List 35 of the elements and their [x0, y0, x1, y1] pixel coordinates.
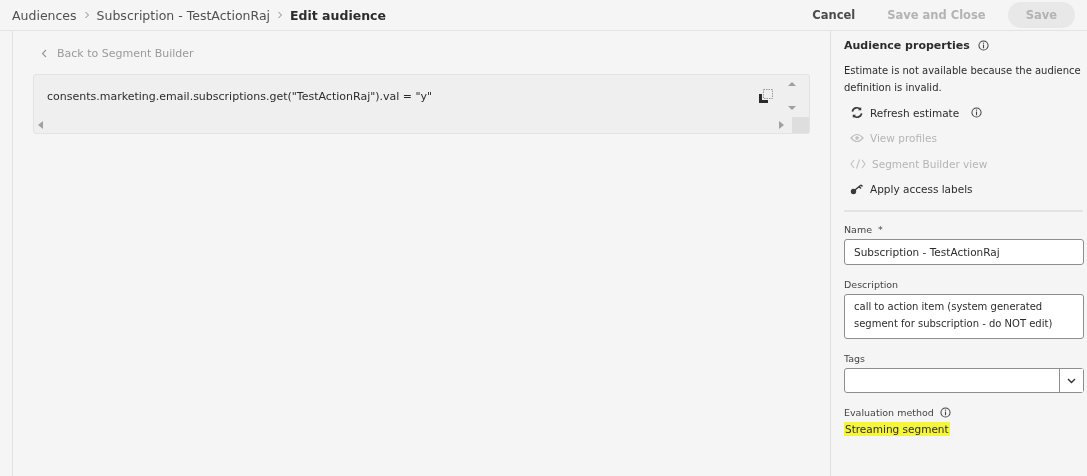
info-icon	[971, 107, 983, 119]
info-icon	[939, 407, 951, 418]
field-label: Description	[844, 279, 899, 290]
code-line: consents.marketing.email.subscriptions.get("TestActionRaj").val = "y"	[47, 89, 434, 103]
action-link[interactable]: Refresh estimate	[844, 100, 1083, 126]
chevron-down-icon	[1067, 377, 1076, 384]
scroll-left-icon[interactable]	[38, 121, 43, 129]
action-link[interactable]: Apply access labels	[844, 176, 1083, 202]
key-icon	[850, 183, 864, 196]
refresh-icon	[850, 106, 864, 120]
name-field[interactable]: Subscription - TestActionRaj	[844, 239, 1084, 265]
info-icon	[977, 40, 989, 51]
header-button[interactable]: Cancel	[802, 2, 866, 28]
breadcrumb-item[interactable]: Audiences	[12, 7, 77, 23]
field-label: Name	[844, 224, 873, 235]
field-label: Evaluation method	[844, 407, 934, 418]
chevron-left-icon	[41, 49, 47, 58]
field-label: Tags	[844, 353, 866, 364]
estimate-message: Estimate is not available because the audience definition is invalid.	[844, 64, 1082, 95]
scroll-right-icon[interactable]	[779, 121, 784, 129]
breadcrumb-item: Edit audience	[290, 7, 386, 23]
eye-icon	[850, 133, 864, 144]
panel-title: Audience properties	[844, 39, 970, 52]
dropdown-button[interactable]	[1059, 369, 1083, 392]
evaluation-method-value: Streaming segment	[844, 422, 950, 436]
chevron-right-icon	[276, 11, 284, 19]
description-field[interactable]: call to action item (system generated segment for subscription - do NOT edit)	[844, 294, 1084, 339]
code-editor[interactable]: consents.marketing.email.subscriptions.get("TestActionRaj").val = "y"	[33, 74, 810, 134]
chevron-right-icon	[82, 11, 91, 19]
scroll-arrows-icon[interactable]	[787, 80, 797, 112]
breadcrumb-item[interactable]: Subscription - TestActionRaj	[96, 7, 270, 23]
required-mark: *	[878, 224, 883, 235]
tags-field[interactable]	[844, 368, 1084, 393]
copy-icon[interactable]	[759, 89, 773, 103]
code-icon	[850, 158, 866, 169]
